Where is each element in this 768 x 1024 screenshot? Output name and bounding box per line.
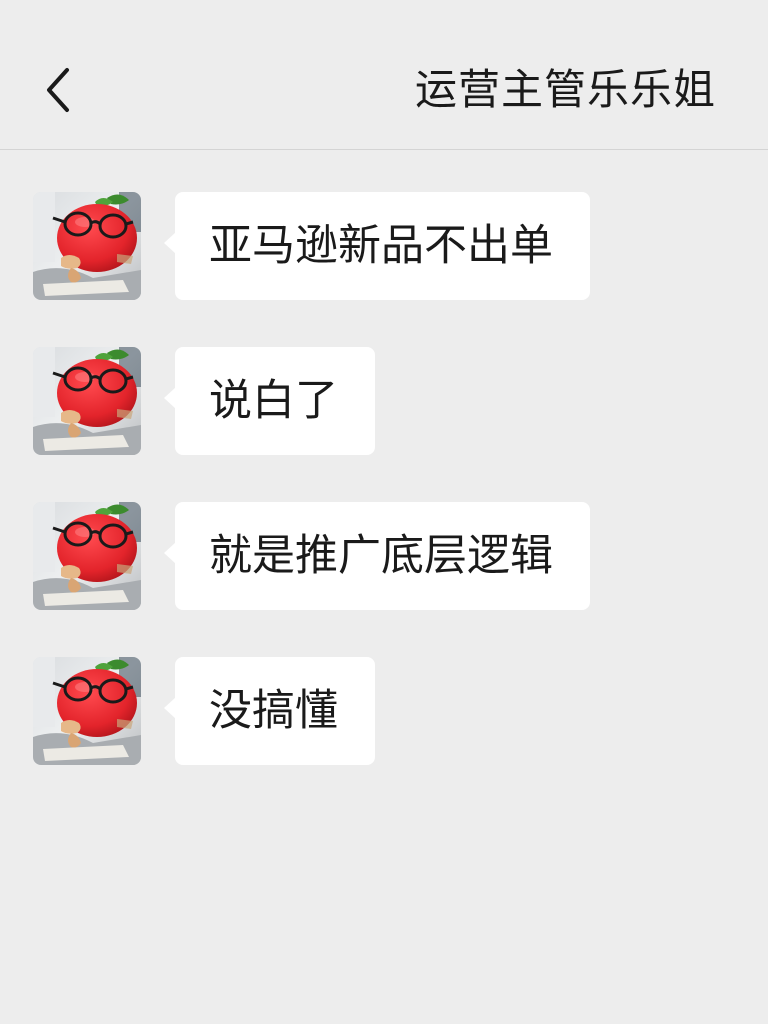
message-bubble[interactable]: 说白了 — [164, 347, 375, 455]
message-bubble[interactable]: 就是推广底层逻辑 — [164, 502, 590, 610]
back-button[interactable] — [36, 62, 80, 118]
message-row: 亚马逊新品不出单 — [33, 192, 590, 300]
message-row: 说白了 — [33, 347, 375, 455]
message-bubble[interactable]: 没搞懂 — [164, 657, 375, 765]
chat-title: 运营主管乐乐姐 — [414, 65, 716, 114]
tomato-avatar-icon[interactable] — [33, 347, 141, 455]
chevron-left-icon — [47, 68, 69, 112]
message-row: 没搞懂 — [33, 657, 375, 765]
tomato-avatar-icon[interactable] — [33, 192, 141, 300]
tomato-avatar-icon[interactable] — [33, 657, 141, 765]
tomato-avatar-icon[interactable] — [33, 502, 141, 610]
message-bubble[interactable]: 亚马逊新品不出单 — [164, 192, 590, 300]
chat-header: 运营主管乐乐姐 — [0, 0, 768, 150]
message-row: 就是推广底层逻辑 — [33, 502, 590, 610]
